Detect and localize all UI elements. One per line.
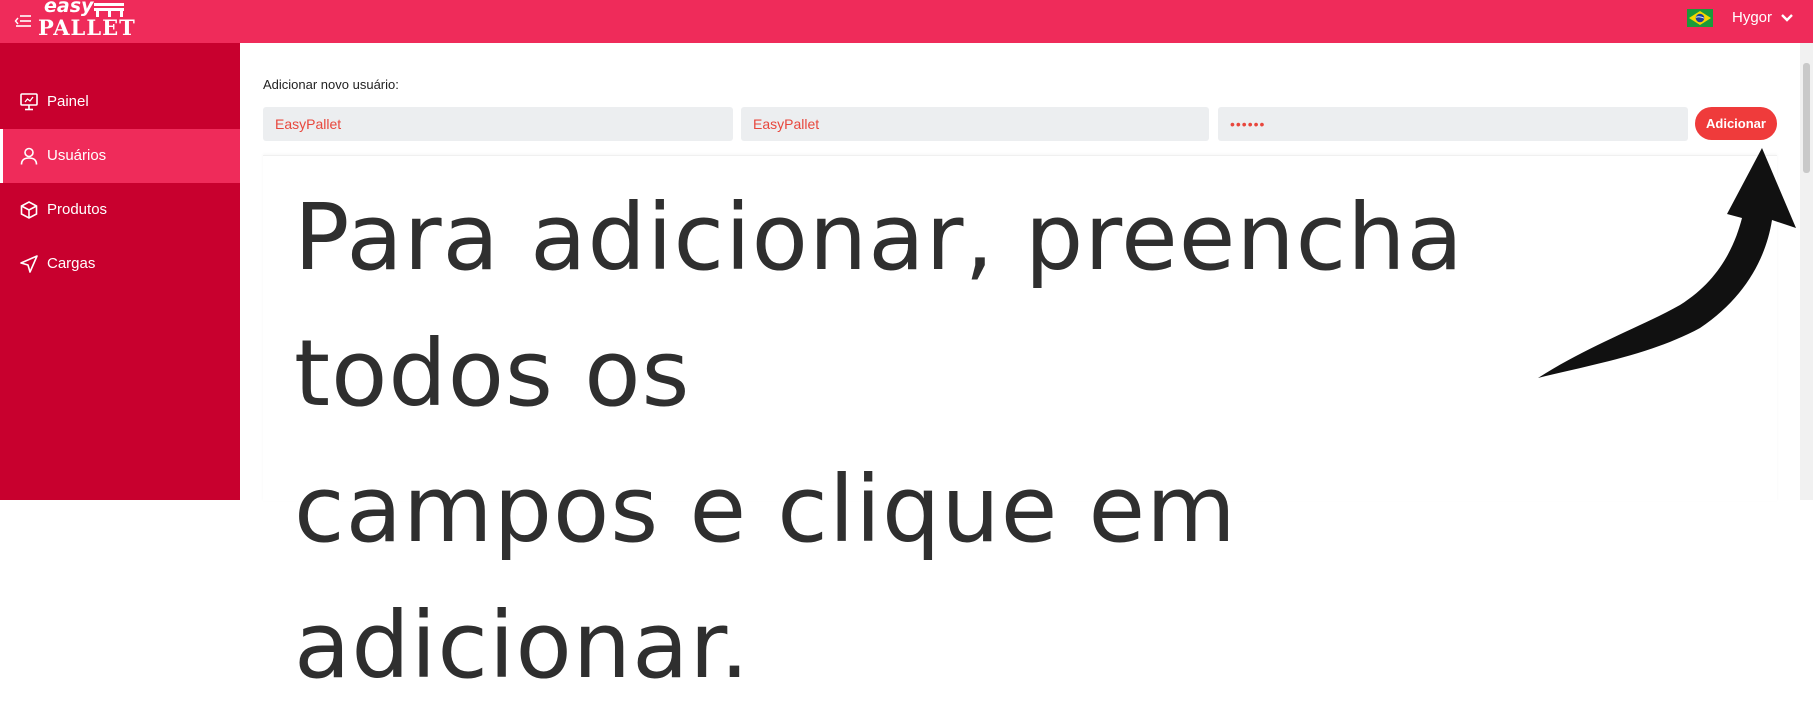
menu-toggle-icon[interactable] <box>14 12 32 30</box>
sidebar-item-label: Usuários <box>47 147 107 164</box>
send-icon <box>20 255 38 273</box>
brazil-flag-icon[interactable] <box>1687 9 1713 27</box>
pointer-arrow-icon <box>1538 148 1796 378</box>
page-scrollbar[interactable] <box>1800 43 1813 500</box>
username-input[interactable] <box>741 107 1209 141</box>
sidebar-item-label: Produtos <box>47 201 108 218</box>
sidebar-item-label: Cargas <box>47 255 96 272</box>
add-user-button[interactable]: Adicionar <box>1695 107 1777 140</box>
user-menu[interactable]: Hygor <box>1732 9 1794 26</box>
sidebar-item-label: Painel <box>47 93 89 110</box>
app-logo[interactable]: easy PALLET <box>38 0 135 40</box>
scrollbar-thumb[interactable] <box>1803 63 1810 173</box>
top-bar: easy PALLET Hygor <box>0 0 1813 43</box>
box-icon <box>20 201 38 219</box>
user-name: Hygor <box>1732 9 1773 26</box>
user-icon <box>20 147 38 165</box>
chevron-down-icon <box>1781 13 1793 22</box>
pallet-icon <box>94 3 124 17</box>
sidebar-item-produtos[interactable]: Produtos <box>0 183 240 237</box>
sidebar-item-usuarios[interactable]: Usuários <box>0 129 240 183</box>
monitor-icon <box>20 93 38 111</box>
password-input[interactable] <box>1218 107 1688 141</box>
sidebar-item-painel[interactable]: Painel <box>0 75 240 129</box>
instruction-overlay: Para adicionar, preencha todos os campos… <box>294 170 1714 714</box>
sidebar: Painel Usuários Produtos Cargas <box>0 43 240 500</box>
add-user-label: Adicionar novo usuário: <box>263 77 399 92</box>
name-input[interactable] <box>263 107 733 141</box>
instruction-line-1: Para adicionar, preencha todos os <box>294 184 1464 427</box>
instruction-line-2: campos e clique em adicionar. <box>294 456 1237 699</box>
sidebar-item-cargas[interactable]: Cargas <box>0 237 240 291</box>
